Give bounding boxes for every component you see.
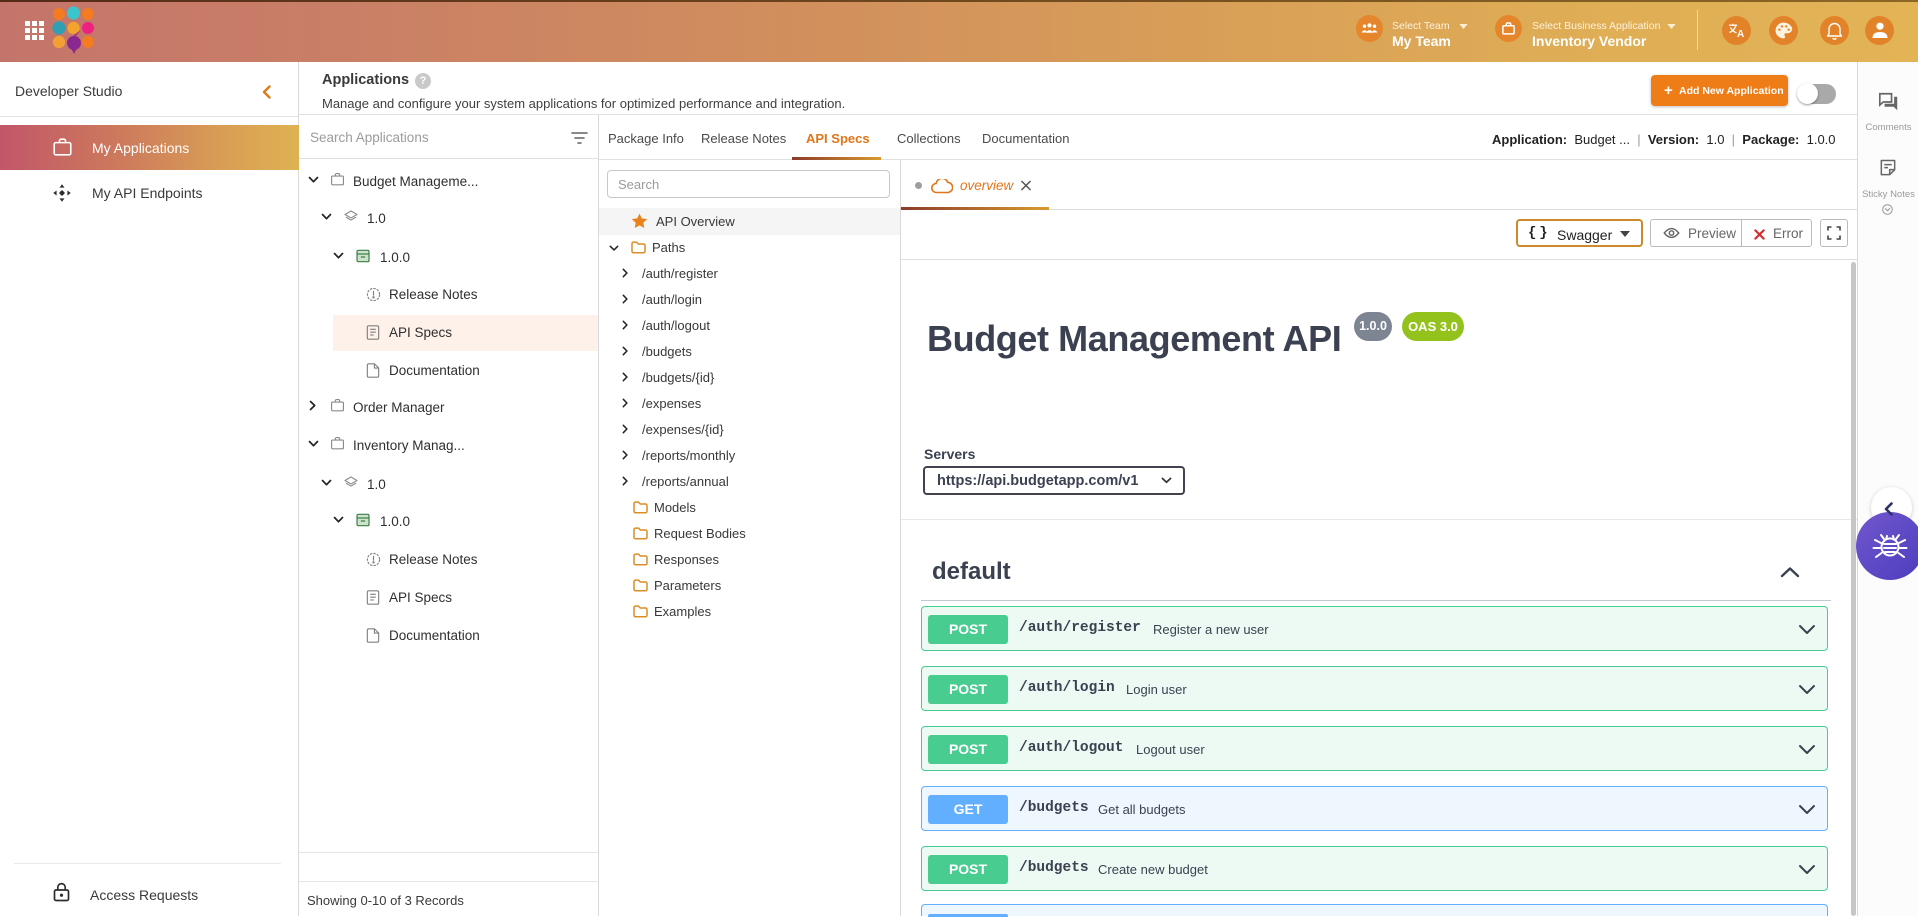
svg-text:A: A (1737, 29, 1744, 38)
